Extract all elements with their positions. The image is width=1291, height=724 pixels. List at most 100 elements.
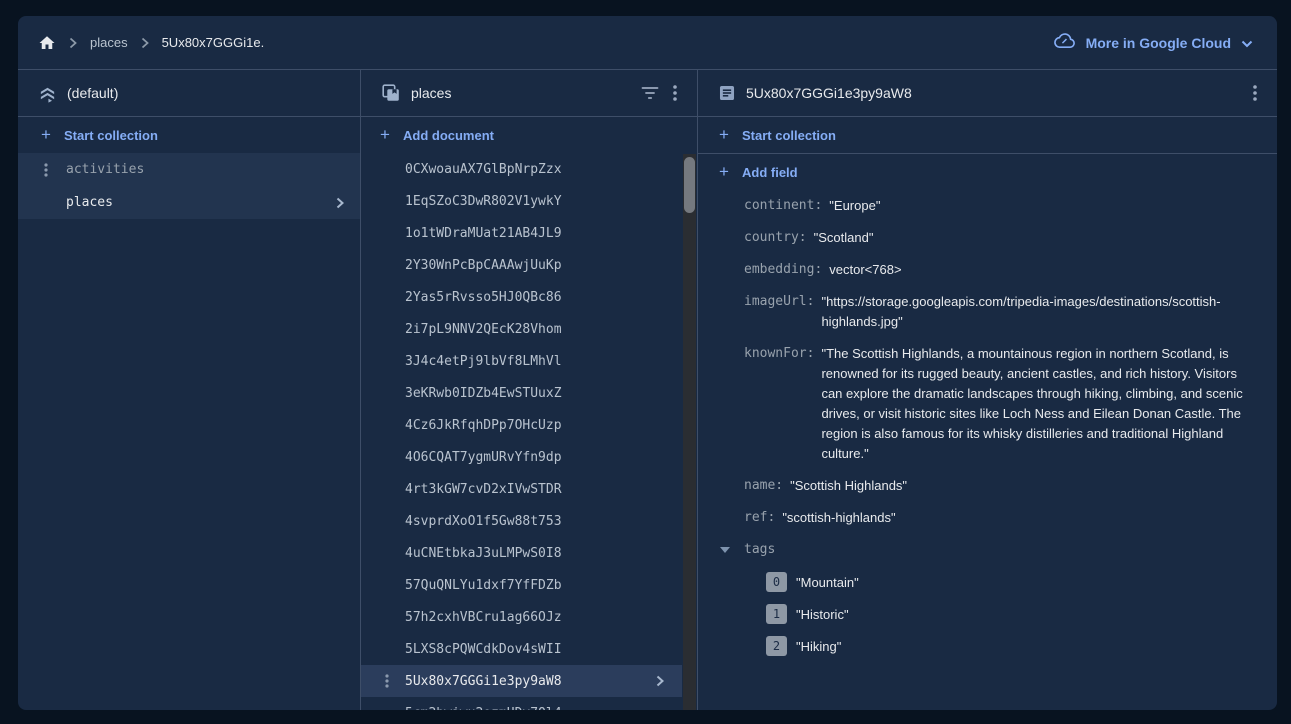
document-id: 2i7pL9NNV2QEcK28Vhom xyxy=(405,322,562,337)
document-id: 4O6CQAT7ygmURvYfn9dp xyxy=(405,450,562,465)
add-document-button[interactable]: + Add document xyxy=(361,117,697,153)
document-list-item[interactable]: 4Cz6JkRfqhDPp7OHcUzp xyxy=(361,409,682,441)
document-panel: 5Ux80x7GGGi1e3py9aW8 + Start collection … xyxy=(698,70,1277,710)
chevron-down-icon xyxy=(1241,35,1253,51)
document-id: 4uCNEtbkaJ3uLMPwS0I8 xyxy=(405,546,562,561)
document-list-item[interactable]: 3J4c4etPj9lbVf8LMhVl xyxy=(361,345,682,377)
collection-panel: places + Add document 0CXwoauAX7GlBpNrpZ… xyxy=(360,70,698,710)
document-list-item[interactable]: 2Yas5rRvsso5HJ0QBc86 xyxy=(361,281,682,313)
field-value: "Europe" xyxy=(829,196,880,216)
document-id: 2Yas5rRvsso5HJ0QBc86 xyxy=(405,290,562,305)
topbar: places 5Ux80x7GGGi1e. More in Google Clo… xyxy=(18,16,1277,70)
document-id: 4Cz6JkRfqhDPp7OHcUzp xyxy=(405,418,562,433)
collection-item-places[interactable]: places xyxy=(18,186,360,219)
database-name: (default) xyxy=(67,85,118,101)
home-icon[interactable] xyxy=(38,34,56,52)
start-collection-label: Start collection xyxy=(64,128,158,143)
field-row: embedding:vector<768> xyxy=(744,260,1253,280)
document-panel-header: 5Ux80x7GGGi1e3py9aW8 xyxy=(698,70,1277,117)
field-value: "https://storage.googleapis.com/tripedia… xyxy=(821,292,1253,332)
chevron-right-icon xyxy=(141,37,149,49)
document-id: 57QuQNLYu1dxf7YfFDZb xyxy=(405,578,562,593)
document-id: 0CXwoauAX7GlBpNrpZzx xyxy=(405,162,562,177)
document-list-item[interactable]: 4rt3kGW7cvD2xIVwSTDR xyxy=(361,473,682,505)
field-row: imageUrl:"https://storage.googleapis.com… xyxy=(744,292,1253,332)
array-index-badge: 0 xyxy=(766,572,787,592)
field-name: ref: xyxy=(744,508,775,528)
document-id: 5LXS8cPQWCdkDov4sWII xyxy=(405,642,562,657)
collection-name: places xyxy=(66,195,113,210)
more-options-icon[interactable] xyxy=(385,674,405,688)
breadcrumb-collection[interactable]: places xyxy=(90,35,128,50)
start-collection-button[interactable]: + Start collection xyxy=(18,117,360,153)
scrollbar-thumb[interactable] xyxy=(684,157,695,213)
field-name: name: xyxy=(744,476,783,496)
document-list-item[interactable]: 4O6CQAT7ygmURvYfn9dp xyxy=(361,441,682,473)
document-list-item[interactable]: 5cm2bwiwu2ozmUDv7Ql4 xyxy=(361,697,682,710)
collection-panel-header: places xyxy=(361,70,697,117)
document-list-item[interactable]: 1o1tWDraMUat21AB4JL9 xyxy=(361,217,682,249)
document-list-item[interactable]: 5Ux80x7GGGi1e3py9aW8 xyxy=(361,665,682,697)
collection-name: activities xyxy=(66,162,144,177)
document-list-item[interactable]: 2i7pL9NNV2QEcK28Vhom xyxy=(361,313,682,345)
add-document-label: Add document xyxy=(403,128,494,143)
plus-icon: + xyxy=(718,162,730,182)
array-index-badge: 2 xyxy=(766,636,787,656)
breadcrumb-current-document: 5Ux80x7GGGi1e. xyxy=(162,35,265,50)
document-id: 57h2cxhVBCru1ag66OJz xyxy=(405,610,562,625)
field-row: knownFor:"The Scottish Highlands, a moun… xyxy=(744,344,1253,464)
array-index-badge: 1 xyxy=(766,604,787,624)
breadcrumb: places 5Ux80x7GGGi1e. xyxy=(38,34,264,52)
field-name: country: xyxy=(744,228,807,248)
document-id: 3eKRwb0IDZb4EwSTUuxZ xyxy=(405,386,562,401)
more-in-google-cloud-menu[interactable]: More in Google Cloud xyxy=(1054,33,1253,52)
plus-icon: + xyxy=(718,125,730,145)
document-id: 1o1tWDraMUat21AB4JL9 xyxy=(405,226,562,241)
field-value: "Scottish Highlands" xyxy=(790,476,907,496)
more-options-icon[interactable] xyxy=(44,163,66,177)
field-row: name: "Scottish Highlands" xyxy=(744,476,1253,496)
document-list-item[interactable]: 0CXwoauAX7GlBpNrpZzx xyxy=(361,153,682,185)
firestore-window: places 5Ux80x7GGGi1e. More in Google Clo… xyxy=(18,16,1277,710)
document-list-item[interactable]: 1EqSZoC3DwR802V1ywkY xyxy=(361,185,682,217)
document-list-item[interactable]: 57QuQNLYu1dxf7YfFDZb xyxy=(361,569,682,601)
cloud-icon xyxy=(1054,33,1076,52)
document-list-item[interactable]: 57h2cxhVBCru1ag66OJz xyxy=(361,601,682,633)
tag-value: "Hiking" xyxy=(796,639,841,654)
chevron-right-icon xyxy=(656,675,664,687)
collection-item-activities[interactable]: activities xyxy=(18,153,360,186)
document-list-item[interactable]: 2Y30WnPcBpCAAAwjUuKp xyxy=(361,249,682,281)
database-panel-header: (default) xyxy=(18,70,360,117)
tag-item-row: 0 "Mountain" xyxy=(766,572,1253,592)
collection-title: places xyxy=(411,85,451,101)
add-field-button[interactable]: + Add field xyxy=(698,154,1277,190)
scrollbar-track[interactable] xyxy=(683,154,696,710)
document-id: 5Ux80x7GGGi1e3py9aW8 xyxy=(405,674,562,689)
firestore-icon xyxy=(38,84,57,103)
field-value: "Scotland" xyxy=(814,228,874,248)
main-content: (default) + Start collection activities p… xyxy=(18,70,1277,710)
more-options-icon[interactable] xyxy=(1251,83,1259,103)
document-id: 2Y30WnPcBpCAAAwjUuKp xyxy=(405,258,562,273)
document-title: 5Ux80x7GGGi1e3py9aW8 xyxy=(746,85,912,101)
document-id: 4svprdXoO1f5Gw88t753 xyxy=(405,514,562,529)
database-panel: (default) + Start collection activities p… xyxy=(18,70,360,710)
tag-value: "Mountain" xyxy=(796,575,859,590)
field-value: "scottish-highlands" xyxy=(782,508,895,528)
document-id: 3J4c4etPj9lbVf8LMhVl xyxy=(405,354,562,369)
start-collection-button[interactable]: + Start collection xyxy=(698,117,1277,154)
more-in-google-cloud-label: More in Google Cloud xyxy=(1086,35,1231,51)
document-list-item[interactable]: 4svprdXoO1f5Gw88t753 xyxy=(361,505,682,537)
field-name: knownFor: xyxy=(744,344,814,364)
document-list-item[interactable]: 5LXS8cPQWCdkDov4sWII xyxy=(361,633,682,665)
more-options-icon[interactable] xyxy=(671,83,679,103)
document-list-item[interactable]: 4uCNEtbkaJ3uLMPwS0I8 xyxy=(361,537,682,569)
tag-value: "Historic" xyxy=(796,607,849,622)
filter-icon[interactable] xyxy=(639,84,661,102)
collapse-arrow-icon[interactable] xyxy=(720,547,730,553)
plus-icon: + xyxy=(379,125,391,145)
field-row: continent:"Europe" xyxy=(744,196,1253,216)
document-list-item[interactable]: 3eKRwb0IDZb4EwSTUuxZ xyxy=(361,377,682,409)
field-name: tags xyxy=(744,540,775,560)
field-value: vector<768> xyxy=(829,260,901,280)
